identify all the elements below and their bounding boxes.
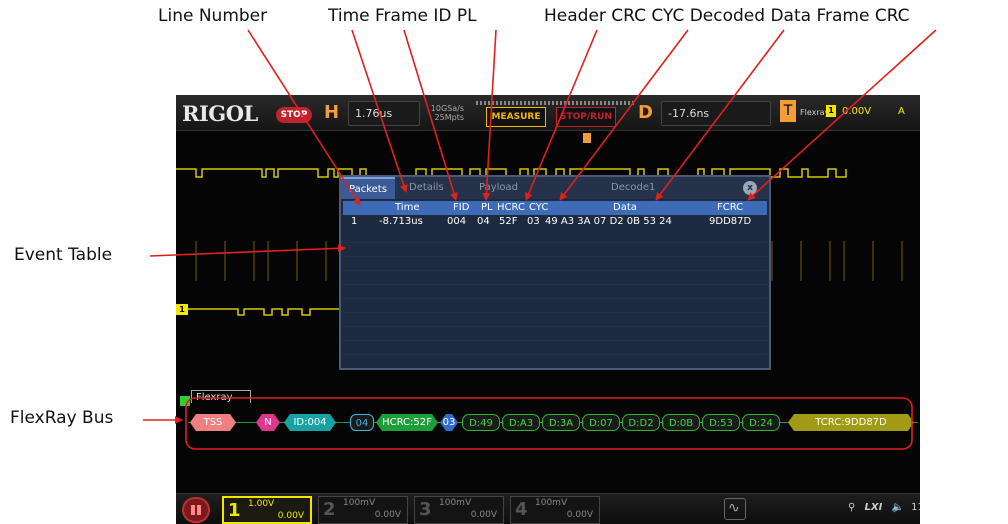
horizontal-label[interactable]: H <box>324 102 339 123</box>
memory-position-bar <box>476 101 636 105</box>
home-menu-icon[interactable] <box>182 497 210 523</box>
bus-segment-tcrc: TCRC:9DD87D <box>788 414 914 431</box>
bus-segment-data: D:24 <box>742 414 780 431</box>
bus-segment-data: D:3A <box>542 414 580 431</box>
col-fcrc: FCRC <box>717 202 744 213</box>
trigger-mode[interactable]: A <box>898 106 905 117</box>
channel-3-box[interactable]: 3 100mV 0.00V <box>414 496 504 524</box>
sample-rate: 10GSa/s <box>430 104 464 113</box>
cell-cyc: 03 <box>527 216 540 227</box>
trigger-source[interactable]: Flexray <box>800 108 829 117</box>
channel-1-number: 1 <box>228 500 241 521</box>
annotation-line-number: Line Number <box>158 6 268 26</box>
horizontal-scale-value[interactable]: 1.76us <box>348 101 420 126</box>
delay-value[interactable]: -17.6ns <box>661 101 771 126</box>
bus-segment-hcrc: HCRC:52F <box>376 414 438 431</box>
speaker-icon[interactable]: 🔈 <box>892 502 904 513</box>
cell-pl: 04 <box>477 216 490 227</box>
bus-segment-id: ID:004 <box>284 414 336 431</box>
waveform-icon[interactable] <box>724 498 746 520</box>
clock-time: 11:27 <box>911 502 920 513</box>
bus-segment-data: D:07 <box>582 414 620 431</box>
bus-label: Flexray <box>191 390 251 403</box>
annotation-flexray-bus: FlexRay Bus <box>10 408 114 428</box>
col-fid: FID <box>453 202 470 213</box>
col-cyc: CYC <box>529 202 549 213</box>
trigger-channel-badge: 1 <box>826 105 836 117</box>
tab-payload[interactable]: Payload <box>471 177 526 199</box>
tab-details[interactable]: Details <box>401 177 452 199</box>
bus-segment-data: D:49 <box>462 414 500 431</box>
bus-segment-tss: TSS <box>190 414 236 431</box>
channel-2-offset: 0.00V <box>374 510 401 520</box>
trigger-label[interactable]: T <box>780 100 796 122</box>
measure-button[interactable]: MEASURE <box>486 107 546 127</box>
bus-segment-data: D:A3 <box>502 414 540 431</box>
bottom-bar: 1 1.00V 0.00V 2 100mV 0.00V 3 100mV 0.00… <box>176 493 920 524</box>
rigol-logo: RIGOL <box>182 101 258 126</box>
close-icon[interactable]: x <box>743 181 757 195</box>
cell-time: -8.713us <box>379 216 423 227</box>
channel-2-scale: 100mV <box>343 498 376 508</box>
channel-1-offset: 0.00V <box>277 511 304 521</box>
bus-segment-data: D:D2 <box>622 414 660 431</box>
bus-segment-pl: 04 <box>350 414 374 431</box>
annotation-header-crc-cyc-decoded: Header CRC CYC Decoded Data Frame CRC <box>544 6 910 26</box>
status-area: ⚲ LXI 🔈 11:27 <box>848 502 920 513</box>
empty-table-rows <box>343 229 767 368</box>
cell-data: 49 A3 3A 07 D2 0B 53 24 <box>545 216 672 227</box>
channel-2-number: 2 <box>323 499 336 520</box>
bus-segment-data: D:0B <box>662 414 700 431</box>
annotation-event-table: Event Table <box>14 245 113 265</box>
channel-4-offset: 0.00V <box>566 510 593 520</box>
channel-4-box[interactable]: 4 100mV 0.00V <box>510 496 600 524</box>
channel-2-box[interactable]: 2 100mV 0.00V <box>318 496 408 524</box>
table-row[interactable]: 1 -8.713us 004 04 52F 03 49 A3 3A 07 D2 … <box>343 215 767 229</box>
tab-decode[interactable]: Decode1 <box>603 177 663 199</box>
channel-3-scale: 100mV <box>439 498 472 508</box>
col-data: Data <box>613 202 637 213</box>
tab-packets[interactable]: Packets <box>341 177 395 199</box>
cell-hcrc: 52F <box>499 216 518 227</box>
usb-icon: ⚲ <box>848 502 856 513</box>
col-pl: PL <box>481 202 493 213</box>
memory-depth: 25Mpts <box>434 113 464 122</box>
table-header: Time FID PL HCRC CYC Data FCRC <box>343 201 767 215</box>
trigger-level[interactable]: 0.00V <box>842 106 871 117</box>
col-time: Time <box>395 202 420 213</box>
channel-4-number: 4 <box>515 499 528 520</box>
annotation-time-frame-id-pl: Time Frame ID PL <box>328 6 477 26</box>
run-status-badge[interactable]: STOP <box>276 107 312 123</box>
channel-3-offset: 0.00V <box>470 510 497 520</box>
event-table-window[interactable]: Packets Details Payload Decode1 x Time F… <box>339 175 771 370</box>
lxi-label: LXI <box>864 502 883 513</box>
cell-line: 1 <box>351 216 358 227</box>
bus-segment-data: D:53 <box>702 414 740 431</box>
oscilloscope-screen: RIGOL STOP H 1.76us 10GSa/s 25Mpts MEASU… <box>176 95 920 524</box>
channel-3-number: 3 <box>419 499 432 520</box>
channel-4-scale: 100mV <box>535 498 568 508</box>
channel-1-scale: 1.00V <box>248 499 275 509</box>
col-hcrc: HCRC <box>497 202 525 213</box>
bus-marker[interactable] <box>180 396 190 406</box>
stop-run-button[interactable]: STOP/RUN <box>556 107 616 127</box>
cell-fid: 004 <box>447 216 467 227</box>
event-table-tabs: Packets Details Payload Decode1 x <box>341 177 769 199</box>
channel-1-box[interactable]: 1 1.00V 0.00V <box>222 496 312 524</box>
cell-fcrc: 9DD87D <box>709 216 752 227</box>
delay-label[interactable]: D <box>638 102 653 123</box>
channel1-marker[interactable]: 1 <box>176 304 188 315</box>
sample-info: 10GSa/s 25Mpts <box>426 104 464 122</box>
top-status-bar: RIGOL STOP H 1.76us 10GSa/s 25Mpts MEASU… <box>176 95 920 131</box>
